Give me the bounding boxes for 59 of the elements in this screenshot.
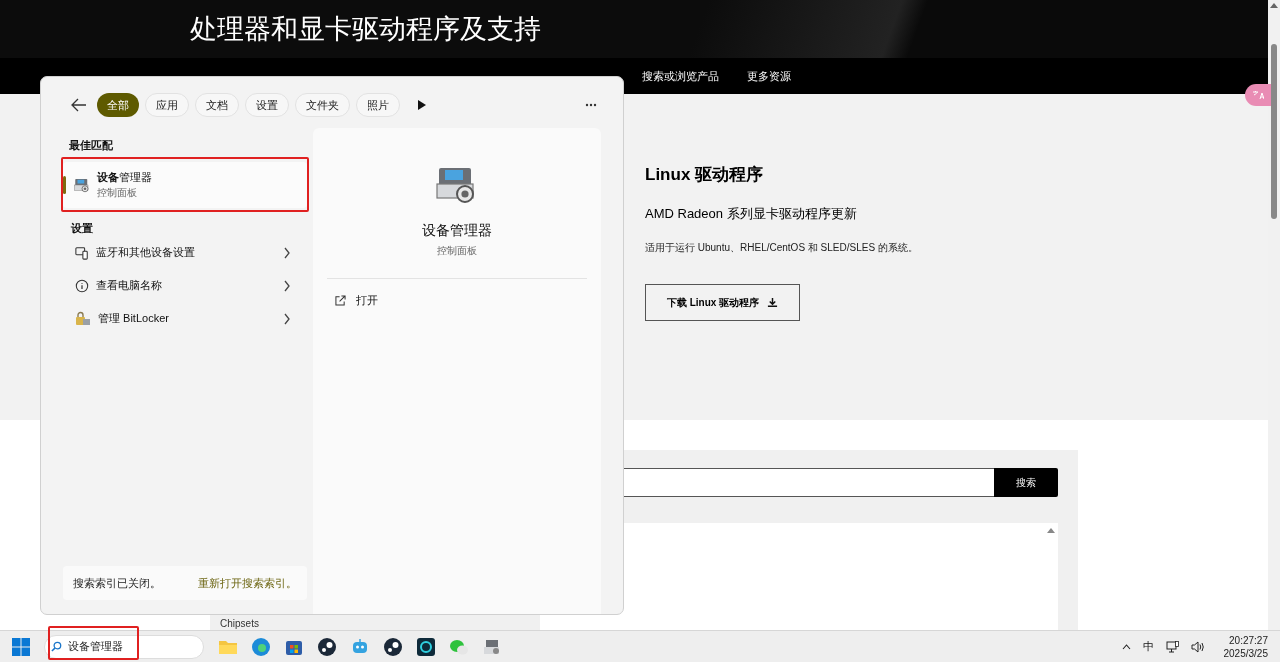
section-heading: 最佳匹配 <box>69 138 114 153</box>
scrollbar[interactable] <box>1268 0 1280 630</box>
download-button[interactable]: 下载 Linux 驱动程序 <box>645 284 800 321</box>
nav-link[interactable]: 更多资源 <box>747 67 791 85</box>
list-item: Chipsets <box>220 618 260 630</box>
clock[interactable]: 20:27:27 2025/3/25 <box>1223 633 1268 660</box>
open-action[interactable]: 打开 <box>327 279 587 321</box>
selection-accent <box>63 175 66 194</box>
game-client-icon[interactable] <box>317 636 337 657</box>
result-subtitle: 控制面板 <box>97 186 138 201</box>
reopen-index-link[interactable]: 重新打开搜索索引。 <box>198 574 298 592</box>
game-client-icon[interactable] <box>383 636 403 657</box>
filter-tab[interactable]: 设置 <box>245 93 289 117</box>
scrollbar-thumb[interactable] <box>1271 44 1277 219</box>
taskbar-search-field[interactable]: 设备管理器 <box>44 634 204 659</box>
settings-item[interactable]: 蓝牙和其他设备设置 <box>63 236 308 269</box>
best-match-item[interactable]: 设备管理器 控制面板 <box>63 161 308 208</box>
info-icon <box>75 278 89 293</box>
search-button[interactable]: 搜索 <box>994 468 1058 497</box>
network-icon[interactable] <box>1165 640 1179 653</box>
nav-link[interactable]: 搜索或浏览产品 <box>642 67 719 85</box>
ring-app-icon[interactable] <box>416 636 436 657</box>
translate-icon[interactable] <box>1245 84 1271 106</box>
ime-indicator[interactable]: 中 <box>1142 638 1154 655</box>
notice-text: 搜索索引已关闭。 <box>73 575 161 591</box>
chevron-right-icon <box>283 246 292 259</box>
settings-item[interactable]: 查看电脑名称 <box>63 269 308 302</box>
search-icon <box>51 641 62 652</box>
play-icon[interactable] <box>418 100 426 110</box>
section-subtitle: AMD Radeon 系列显卡驱动程序更新 <box>645 204 857 223</box>
scroll-up-icon[interactable] <box>1047 527 1055 533</box>
filter-tab[interactable]: 全部 <box>97 93 139 117</box>
chevron-up-icon[interactable] <box>1121 643 1131 650</box>
clock-time: 20:27:27 <box>1229 633 1268 647</box>
settings-item[interactable]: 管理 BitLocker <box>63 302 308 335</box>
result-title: 设备管理器 <box>97 169 152 185</box>
preview-subtitle: 控制面板 <box>437 244 478 258</box>
section-heading: 设置 <box>71 220 94 236</box>
filter-tab[interactable]: 文件夹 <box>295 93 350 117</box>
chevron-right-icon <box>283 279 292 292</box>
page-title: 处理器和显卡驱动程序及支持 <box>190 15 541 43</box>
preview-title: 设备管理器 <box>422 221 493 240</box>
key-lock-icon <box>75 310 91 327</box>
external-link-icon <box>335 294 347 306</box>
scroll-up-icon[interactable] <box>1270 2 1278 8</box>
filter-tab[interactable]: 应用 <box>145 93 189 117</box>
windows-logo-icon[interactable] <box>12 637 30 656</box>
download-icon <box>767 297 779 308</box>
browser-icon[interactable] <box>251 636 271 657</box>
filter-tab[interactable]: 照片 <box>356 93 400 117</box>
section-description: 适用于运行 Ubuntu、RHEL/CentOS 和 SLED/SLES 的系统。 <box>645 241 918 255</box>
clock-date: 2025/3/25 <box>1223 646 1268 660</box>
back-arrow-icon[interactable] <box>71 98 87 112</box>
chevron-right-icon <box>283 312 292 325</box>
more-icon[interactable] <box>585 103 597 107</box>
devices-icon <box>75 245 89 260</box>
volume-icon[interactable] <box>1190 640 1204 653</box>
section-heading: Linux 驱动程序 <box>645 164 764 186</box>
filter-tab[interactable]: 文档 <box>195 93 239 117</box>
